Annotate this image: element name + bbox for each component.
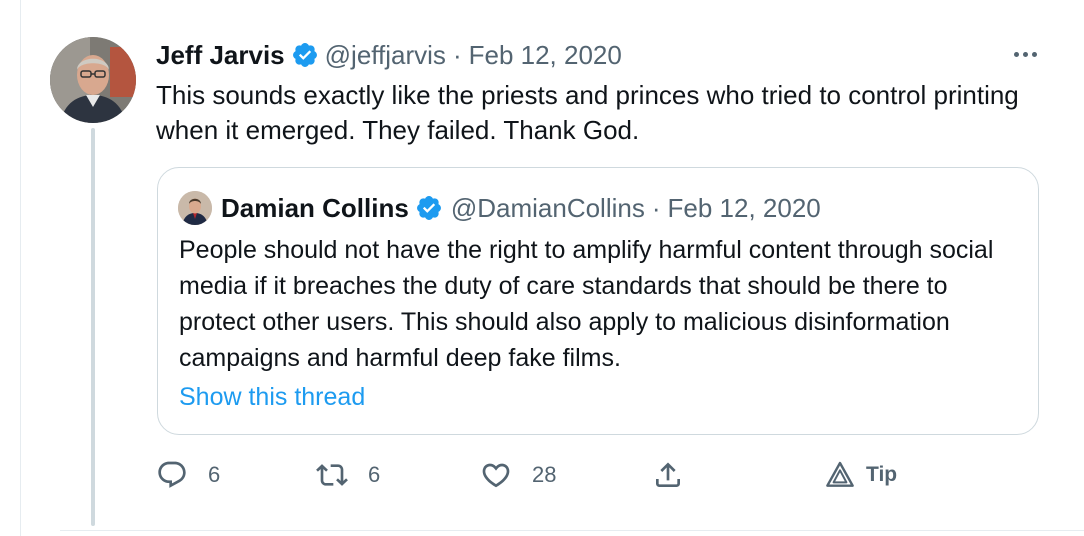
tweet-text: This sounds exactly like the priests and… — [156, 80, 1019, 145]
share-icon — [656, 462, 680, 487]
left-border — [20, 0, 21, 536]
tweet-action-bar: 6 6 28 Tip — [156, 452, 1056, 498]
like-button[interactable]: 28 — [480, 452, 556, 498]
quoted-author-avatar[interactable] — [178, 191, 212, 225]
quoted-tweet-card[interactable]: Damian Collins @DamianCollins · Feb 12, … — [157, 167, 1039, 435]
tip-icon — [826, 461, 854, 487]
show-thread-link[interactable]: Show this thread — [179, 379, 365, 415]
quoted-author-avatar-image — [178, 191, 212, 225]
reply-icon — [158, 461, 186, 488]
header-separator: · — [452, 39, 462, 70]
quoted-author-name[interactable]: Damian Collins — [221, 193, 409, 224]
share-button[interactable] — [652, 452, 684, 498]
author-avatar-image — [50, 37, 136, 123]
retweet-button[interactable]: 6 — [316, 452, 380, 498]
tip-label: Tip — [866, 463, 898, 486]
verified-badge-icon — [415, 194, 443, 222]
retweet-count: 6 — [368, 462, 381, 487]
bottom-border — [60, 530, 1084, 531]
quoted-tweet-text: People should not have the right to ampl… — [179, 236, 994, 372]
retweet-icon — [316, 464, 348, 486]
reply-count: 6 — [208, 462, 221, 487]
tweet-header: Jeff Jarvis @jeffjarvis · Feb 12, 2020 — [156, 38, 622, 72]
reply-button[interactable]: 6 — [156, 452, 220, 498]
more-dot — [1031, 51, 1037, 57]
heart-icon — [482, 463, 510, 488]
more-options-icon[interactable] — [1010, 44, 1040, 64]
author-handle[interactable]: @jeffjarvis — [325, 40, 446, 71]
more-dot — [1022, 51, 1028, 57]
more-dot — [1013, 51, 1019, 57]
quoted-tweet-date[interactable]: Feb 12, 2020 — [668, 193, 821, 224]
author-name[interactable]: Jeff Jarvis — [156, 40, 285, 71]
quoted-author-handle[interactable]: @DamianCollins — [451, 193, 645, 224]
quoted-header-separator: · — [651, 192, 661, 223]
author-avatar[interactable] — [50, 37, 136, 123]
tip-button[interactable]: Tip — [824, 452, 897, 498]
verified-badge-icon — [291, 41, 319, 69]
tweet-date[interactable]: Feb 12, 2020 — [469, 40, 622, 71]
thread-connector-line — [91, 128, 95, 526]
quoted-tweet-header: Damian Collins @DamianCollins · Feb 12, … — [221, 191, 821, 225]
like-count: 28 — [532, 462, 557, 487]
